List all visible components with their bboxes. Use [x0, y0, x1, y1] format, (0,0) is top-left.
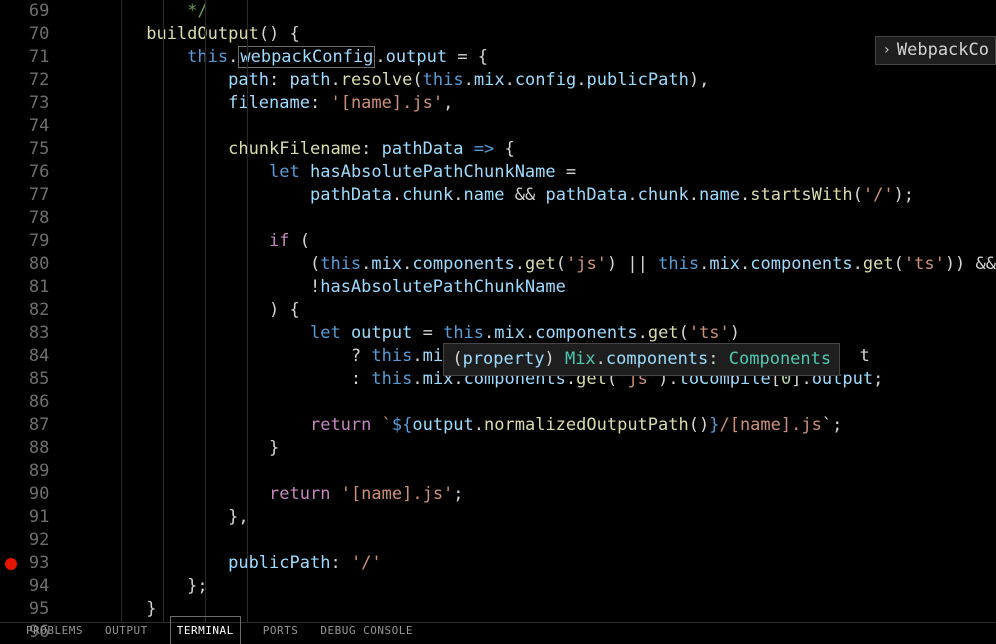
line-number: 89	[0, 460, 59, 483]
code-editor[interactable]: 6970717273747576777879808182838485868788…	[0, 0, 996, 622]
indent-guide	[163, 0, 164, 622]
code-line[interactable]: ) {	[64, 299, 996, 322]
line-number: 71	[0, 46, 59, 69]
code-line[interactable]: !hasAbsolutePathChunkName	[64, 276, 996, 299]
code-line[interactable]: return '[name].js';	[64, 483, 996, 506]
code-line[interactable]: path: path.resolve(this.mix.config.publi…	[64, 69, 996, 92]
line-number: 90	[0, 483, 59, 506]
peek-label: WebpackCo	[897, 39, 989, 62]
code-line[interactable]: let output = this.mix.components.get('ts…	[64, 322, 996, 345]
line-number: 77	[0, 184, 59, 207]
line-number: 86	[0, 391, 59, 414]
code-line[interactable]: */	[64, 0, 996, 23]
breadcrumb-peek[interactable]: › WebpackCo	[875, 36, 996, 65]
code-line[interactable]: },	[64, 506, 996, 529]
line-number: 73	[0, 92, 59, 115]
code-line[interactable]: chunkFilename: pathData => {	[64, 138, 996, 161]
code-line[interactable]: let hasAbsolutePathChunkName =	[64, 161, 996, 184]
line-number: 74	[0, 115, 59, 138]
line-number: 95	[0, 598, 59, 621]
code-line[interactable]	[64, 115, 996, 138]
line-number: 85	[0, 368, 59, 391]
indent-guide	[205, 0, 206, 622]
code-line[interactable]	[64, 529, 996, 552]
code-line[interactable]: publicPath: '/'	[64, 552, 996, 575]
code-line[interactable]	[64, 460, 996, 483]
code-line[interactable]: this.webpackConfig.output = {	[64, 46, 996, 69]
line-number-gutter[interactable]: 6970717273747576777879808182838485868788…	[0, 0, 59, 622]
code-line[interactable]: }	[64, 437, 996, 460]
line-number: 94	[0, 575, 59, 598]
line-number: 92	[0, 529, 59, 552]
tab-problems[interactable]: PROBLEMS	[26, 619, 83, 644]
code-line[interactable]: buildOutput() {	[64, 23, 996, 46]
obscured-text: t	[849, 345, 869, 368]
line-number: 87	[0, 414, 59, 437]
line-number: 76	[0, 161, 59, 184]
panel-tab-bar: PROBLEMS OUTPUT TERMINAL PORTS DEBUG CON…	[0, 622, 996, 644]
code-line[interactable]: };	[64, 575, 996, 598]
indent-guide	[247, 0, 248, 622]
line-number: 81	[0, 276, 59, 299]
line-number: 70	[0, 23, 59, 46]
line-number: 80	[0, 253, 59, 276]
vertical-scrollbar[interactable]	[982, 0, 996, 622]
code-line[interactable]	[64, 391, 996, 414]
code-line[interactable]: pathData.chunk.name && pathData.chunk.na…	[64, 184, 996, 207]
line-number: 75	[0, 138, 59, 161]
hover-tooltip: (property) Mix.components: Components	[443, 343, 840, 376]
tab-terminal[interactable]: TERMINAL	[170, 616, 241, 644]
tab-ports[interactable]: PORTS	[263, 619, 299, 644]
line-number: 69	[0, 0, 59, 23]
tab-debug-console[interactable]: DEBUG CONSOLE	[320, 619, 413, 644]
tab-output[interactable]: OUTPUT	[105, 619, 148, 644]
code-area[interactable]: */ buildOutput() { this.webpackConfig.ou…	[59, 0, 996, 622]
chevron-right-icon: ›	[882, 39, 890, 62]
code-line[interactable]: if (	[64, 230, 996, 253]
code-line[interactable]	[64, 207, 996, 230]
code-line[interactable]: filename: '[name].js',	[64, 92, 996, 115]
line-number: 83	[0, 322, 59, 345]
line-number: 91	[0, 506, 59, 529]
line-number: 82	[0, 299, 59, 322]
line-number: 72	[0, 69, 59, 92]
indent-guide	[121, 0, 122, 622]
breakpoint-dot[interactable]	[5, 558, 17, 570]
code-line[interactable]: return `${output.normalizedOutputPath()}…	[64, 414, 996, 437]
code-line[interactable]: (this.mix.components.get('js') || this.m…	[64, 253, 996, 276]
line-number: 88	[0, 437, 59, 460]
line-number: 78	[0, 207, 59, 230]
line-number: 84	[0, 345, 59, 368]
line-number: 79	[0, 230, 59, 253]
